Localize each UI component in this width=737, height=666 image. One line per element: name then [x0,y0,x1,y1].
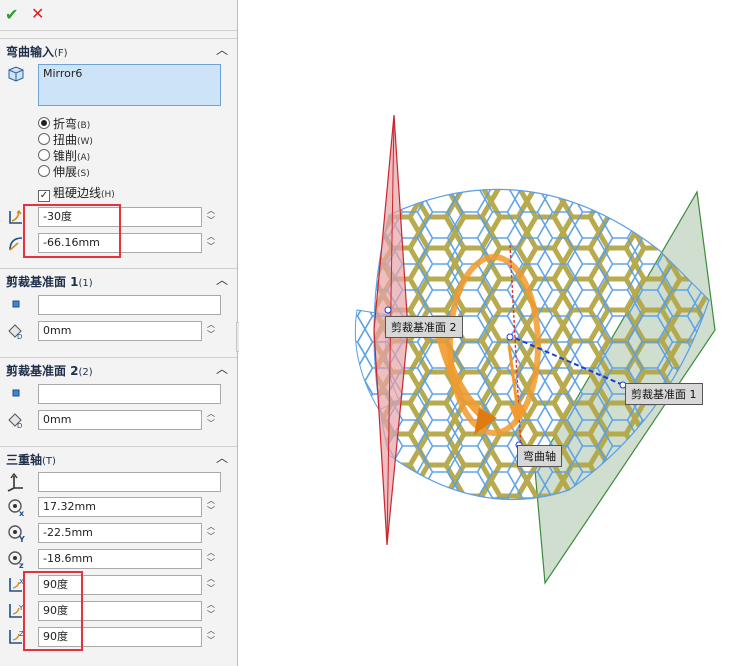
radius-spin-arrows-icon[interactable]: ︿ ﹀ [206,232,216,254]
trim-distance-icon: D [6,410,26,430]
triad-z-spin-arrows-icon[interactable]: ︿ ﹀ [206,548,216,570]
svg-text:D: D [17,333,22,341]
radio-tapering-button[interactable] [38,149,50,161]
radio-bending[interactable]: 折弯(B) [38,115,90,131]
graphics-viewport[interactable]: 剪裁基准面 2 剪裁基准面 1 弯曲轴 [239,0,737,666]
panel-toolbar: ✔ ✕ [0,0,237,31]
trim-plane-2-title: 剪裁基准面 2(2) [6,364,93,378]
reference-entity-icon [8,385,28,405]
hard-edges-checkmark-icon[interactable]: ✓ [38,190,50,202]
radio-bending-button[interactable] [38,117,50,129]
callout-bend-axis[interactable]: 弯曲轴 [517,445,562,467]
svg-text:z: z [19,561,24,569]
trim-plane-1-section-header[interactable]: 剪裁基准面 1(1) ︿ [0,268,237,290]
highlight-box-rotation-params [23,571,83,651]
radio-stretching[interactable]: 伸展(S) [38,163,90,179]
trim-distance-icon: D [6,321,26,341]
triad-y-spin-arrows-icon[interactable]: ︿ ﹀ [206,522,216,544]
highlight-box-flex-params [23,204,121,258]
triad-x-position-icon: x [6,497,26,518]
triad-reference-icon [6,472,26,492]
ok-checkmark-icon[interactable]: ✔ [5,5,18,24]
svg-text:D: D [17,422,22,430]
trim-plane-1-title: 剪裁基准面 1(1) [6,275,93,289]
triad-section-header[interactable]: 三重轴(T) ︿ [0,446,237,468]
flex-input-title: 弯曲输入(F) [6,45,68,59]
angle-spin-arrows-icon[interactable]: ︿ ﹀ [206,206,216,228]
triad-y-input[interactable]: -22.5mm [38,523,202,543]
trim2-handle-dot[interactable] [384,306,392,314]
radio-twisting[interactable]: 扭曲(W) [38,131,93,147]
bodies-selection-icon [6,64,26,84]
collapse-chevron-up-icon[interactable]: ︿ [216,41,228,58]
callout-trim-plane-2[interactable]: 剪裁基准面 2 [385,316,463,338]
triad-x-spin-arrows-icon[interactable]: ︿ ﹀ [206,496,216,518]
triad-y-position-icon: Y [6,523,26,544]
body-item-mirror6[interactable]: Mirror6 [43,67,82,80]
trim-plane-1-reference-input[interactable] [38,295,221,315]
triad-z-input[interactable]: -18.6mm [38,549,202,569]
svg-text:x: x [19,509,25,517]
triad-x-input[interactable]: 17.32mm [38,497,202,517]
reference-entity-icon [8,296,28,316]
svg-text:Y: Y [18,535,25,543]
trim2-spin-arrows-icon[interactable]: ︿ ﹀ [206,409,216,431]
model-scene [354,114,716,585]
radio-tapering[interactable]: 锥削(A) [38,147,90,163]
trim-plane-1-distance-input[interactable]: 0mm [38,321,202,341]
rot-y-spin-arrows-icon[interactable]: ︿ ﹀ [206,600,216,622]
property-manager-panel: ✔ ✕ 弯曲输入(F) ︿ Mirror6 折弯(B) 扭曲(W) 锥削(A) … [0,0,238,666]
flex-input-section-header[interactable]: 弯曲输入(F) ︿ [0,38,237,60]
bodies-to-flex-list[interactable]: Mirror6 [38,64,221,106]
triad-origin-dot[interactable] [506,333,514,341]
hard-edges-checkbox[interactable]: ✓ 粗硬边线(H) [38,184,115,202]
radio-stretching-button[interactable] [38,165,50,177]
rot-x-spin-arrows-icon[interactable]: ︿ ﹀ [206,574,216,596]
rot-z-spin-arrows-icon[interactable]: ︿ ﹀ [206,626,216,648]
triad-z-position-icon: z [6,549,26,570]
cancel-x-icon[interactable]: ✕ [31,4,44,23]
collapse-chevron-up-icon[interactable]: ︿ [216,449,228,466]
collapse-chevron-up-icon[interactable]: ︿ [216,271,228,288]
triad-reference-input[interactable] [38,472,221,492]
radio-twisting-button[interactable] [38,133,50,145]
collapse-chevron-up-icon[interactable]: ︿ [216,360,228,377]
triad-title: 三重轴(T) [6,453,56,467]
trim-plane-2-section-header[interactable]: 剪裁基准面 2(2) ︿ [0,357,237,379]
callout-trim-plane-1[interactable]: 剪裁基准面 1 [625,383,703,405]
trim1-spin-arrows-icon[interactable]: ︿ ﹀ [206,320,216,342]
trim-plane-2-distance-input[interactable]: 0mm [38,410,202,430]
trim-plane-2-reference-input[interactable] [38,384,221,404]
